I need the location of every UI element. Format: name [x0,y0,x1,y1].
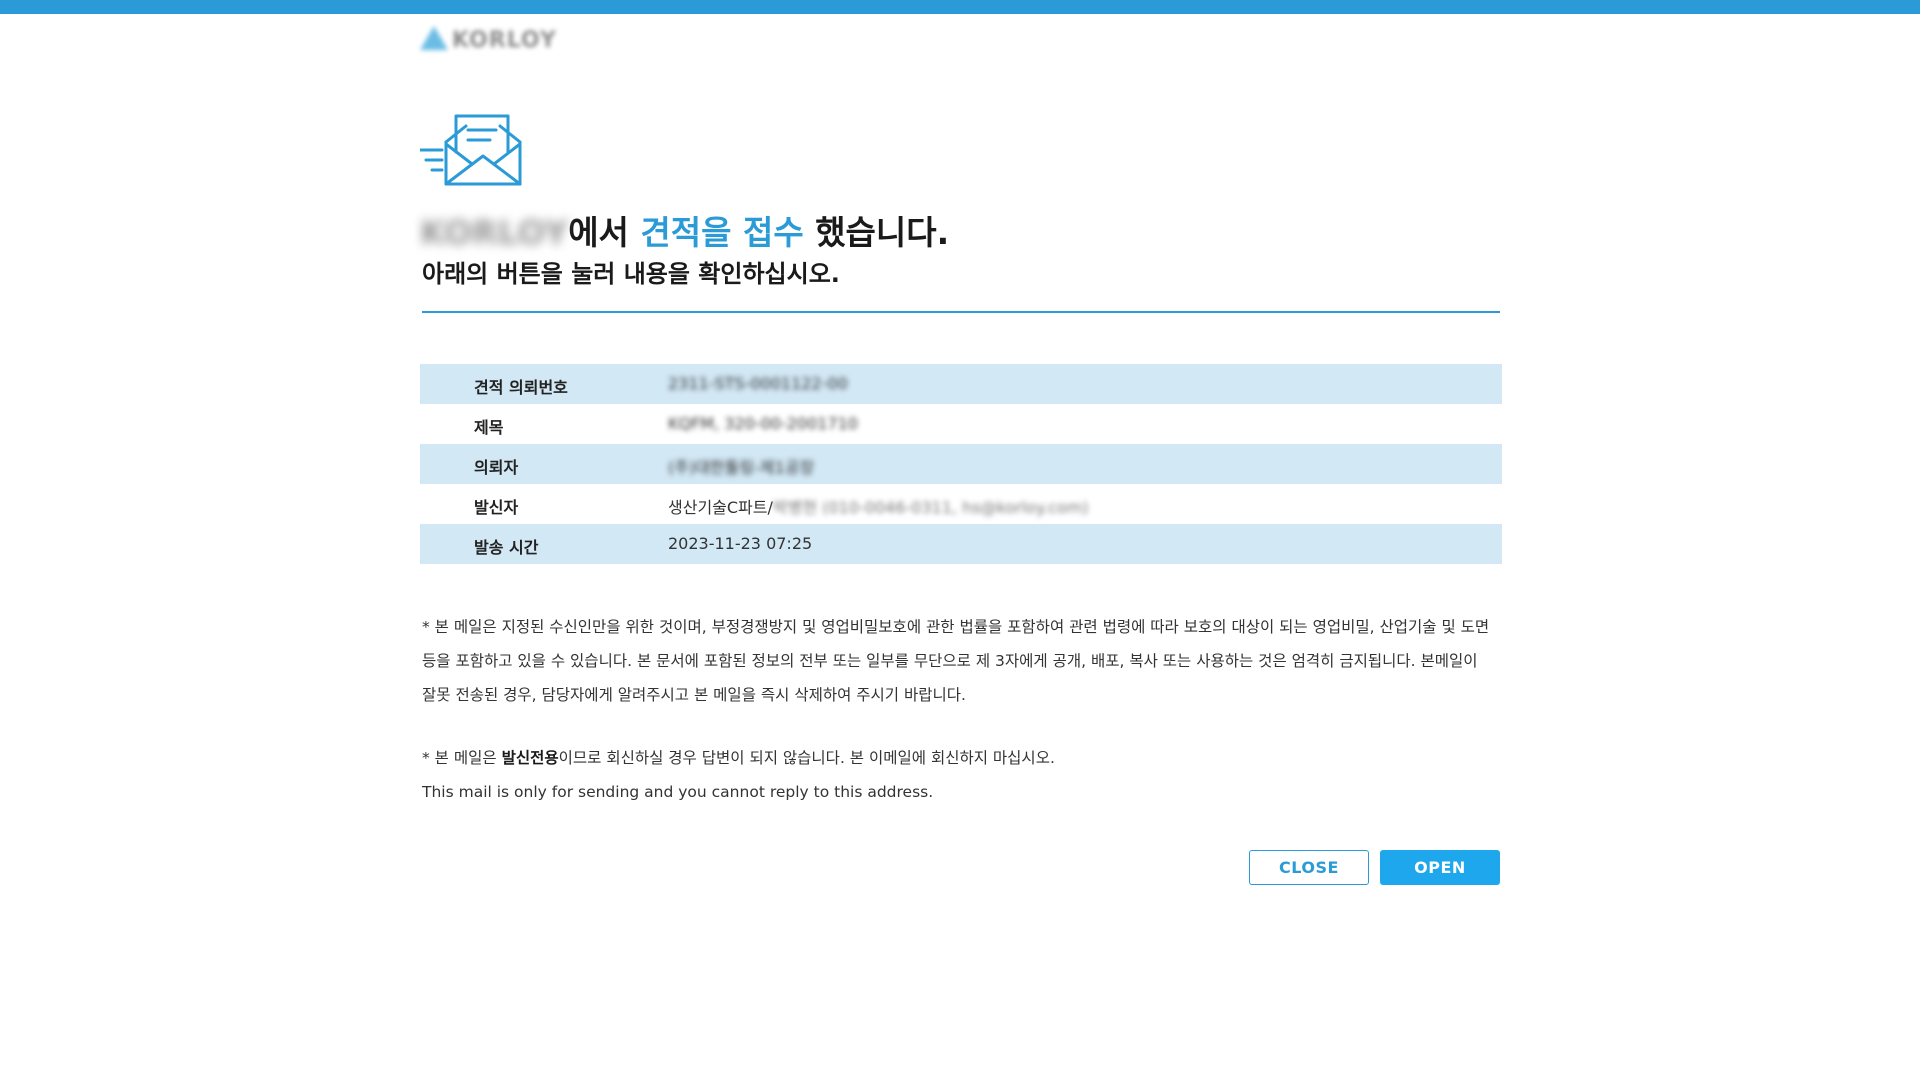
no-reply-prefix: * 본 메일은 [422,749,502,767]
sender-contact: 박병현 (010-0046-0311, hs@korloy.com) [772,498,1089,517]
close-button[interactable]: CLOSE [1249,850,1369,885]
headline-part2: 했습니다. [803,213,950,252]
envelope-mail-icon [420,114,522,186]
info-row-sender: 발신자 생산기술C파트/박병현 (010-0046-0311, hs@korlo… [420,484,1502,524]
logo-mark-icon [420,26,448,50]
info-row-subject: 제목 KQFM, 320-00-2001710 [420,404,1502,444]
no-reply-english: This mail is only for sending and you ca… [422,783,934,801]
logo-text: KORLOY [452,28,557,53]
info-value: 2311-STS-0001122-00 [668,374,848,393]
confidentiality-notice-line-2: 등을 포함하고 있을 수 있습니다. 본 문서에 포함된 정보의 전부 또는 일… [422,652,1478,670]
info-value: KQFM, 320-00-2001710 [668,414,858,433]
info-label: 발송 시간 [474,538,539,557]
info-label: 의뢰자 [474,458,519,477]
company-logo: KORLOY [420,22,556,56]
info-value: 2023-11-23 07:25 [668,534,813,553]
info-label: 발신자 [474,498,519,517]
info-row-requester: 의뢰자 (주)대한툴링-제1공장 [420,444,1502,484]
info-label: 제목 [474,418,504,437]
email-content: KORLOY KORLOY에서 견적을 접수 했습니다. 아래의 버튼을 눌러 … [420,0,1502,1080]
divider [422,311,1500,313]
confidentiality-notice-line-1: * 본 메일은 지정된 수신인만을 위한 것이며, 부정경쟁방지 및 영업비밀보… [422,618,1490,636]
no-reply-suffix: 이므로 회신하실 경우 답변이 되지 않습니다. 본 이메일에 회신하지 마십시… [558,749,1055,767]
headline-part1: 에서 [568,213,641,252]
company-name: KORLOY [420,213,569,252]
quote-info-table: 견적 의뢰번호 2311-STS-0001122-00 제목 KQFM, 320… [420,364,1502,564]
headline: KORLOY에서 견적을 접수 했습니다. [420,206,949,254]
confidentiality-notice-line-3: 잘못 전송된 경우, 담당자에게 알려주시고 본 메일을 즉시 삭제하여 주시기… [422,686,966,704]
info-label: 견적 의뢰번호 [474,378,568,397]
info-row-sent-time: 발송 시간 2023-11-23 07:25 [420,524,1502,564]
open-button[interactable]: OPEN [1380,850,1500,885]
info-row-quote-number: 견적 의뢰번호 2311-STS-0001122-00 [420,364,1502,404]
sender-department: 생산기술C파트/ [668,498,773,517]
no-reply-bold: 발신전용 [501,749,559,767]
headline-highlight: 견적을 접수 [640,213,804,252]
info-value: (주)대한툴링-제1공장 [668,458,815,477]
no-reply-notice: * 본 메일은 발신전용이므로 회신하실 경우 답변이 되지 않습니다. 본 이… [422,741,1055,775]
info-value: 생산기술C파트/박병현 (010-0046-0311, hs@korloy.co… [668,494,1089,518]
subheading: 아래의 버튼을 눌러 내용을 확인하십시오. [422,260,840,288]
